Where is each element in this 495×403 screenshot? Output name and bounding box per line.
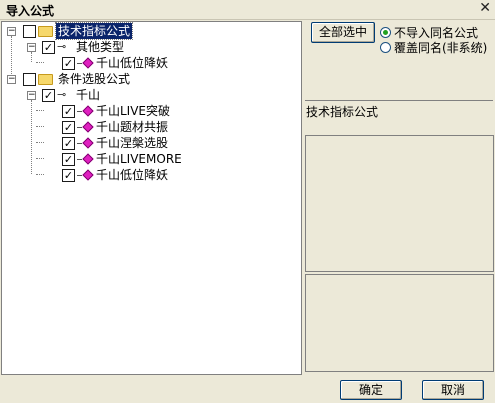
tree-node-label: 条件选股公式: [58, 72, 131, 86]
tree-line: [31, 100, 32, 174]
tree-node-label: 千山: [76, 88, 101, 102]
checkbox[interactable]: ✓: [42, 89, 55, 102]
formula-type-label: 技术指标公式: [306, 105, 379, 119]
tree-leaf-label: 千山涅槃选股: [96, 136, 169, 150]
tree-node-label: 技术指标公式: [54, 22, 134, 40]
tree-line: [36, 110, 44, 111]
tree-line: [36, 126, 44, 127]
formula-icon: [82, 153, 94, 165]
radio-overwrite-same-name[interactable]: [380, 42, 391, 53]
formula-icon: [82, 137, 94, 149]
tree-leaf-label: 千山低位降妖: [96, 168, 169, 182]
radio-label: 覆盖同名(非系统): [394, 41, 488, 55]
key-icon: ⊸: [57, 40, 67, 53]
connector: [77, 159, 82, 160]
connector: [77, 175, 82, 176]
checkbox[interactable]: ✓: [42, 41, 55, 54]
folder-icon: [38, 74, 53, 85]
window-title: 导入公式: [6, 4, 55, 18]
cancel-button[interactable]: 取消: [422, 380, 484, 400]
formula-icon: [82, 121, 94, 133]
details-panel: [305, 274, 494, 372]
folder-icon: [38, 26, 53, 37]
tree-line: [11, 36, 12, 78]
formula-icon: [82, 169, 94, 181]
checkbox[interactable]: ✓: [62, 57, 75, 70]
tree-line: [36, 62, 44, 63]
checkbox[interactable]: ✓: [62, 169, 75, 182]
collapse-icon[interactable]: −: [27, 43, 36, 52]
checkbox[interactable]: ✓: [62, 153, 75, 166]
tree-node-label: 其他类型: [76, 40, 125, 54]
connector: [77, 111, 82, 112]
formula-tree[interactable]: − 技术指标公式 − ✓ ⊸ 其他类型 ✓ 千山低位降妖 − 条件选股公式 − …: [1, 21, 302, 375]
connector: [77, 127, 82, 128]
checkbox[interactable]: ✓: [62, 105, 75, 118]
tree-line: [36, 158, 44, 159]
collapse-icon[interactable]: −: [7, 75, 16, 84]
key-icon: ⊸: [57, 88, 67, 101]
tree-leaf-label: 千山LIVEMORE: [96, 152, 182, 166]
connector: [77, 63, 82, 64]
tree-line: [36, 174, 44, 175]
divider: [305, 100, 493, 101]
formula-icon: [82, 105, 94, 117]
select-all-button[interactable]: 全部选中: [311, 22, 375, 43]
connector: [77, 143, 82, 144]
collapse-icon[interactable]: −: [27, 91, 36, 100]
title-bar: 导入公式 ✕: [0, 0, 495, 20]
description-panel: [305, 135, 494, 272]
checkbox[interactable]: [23, 73, 36, 86]
tree-leaf-label: 千山LIVE突破: [96, 104, 171, 118]
checkbox[interactable]: ✓: [62, 137, 75, 150]
close-icon[interactable]: ✕: [479, 0, 491, 16]
tree-leaf-label: 千山题材共振: [96, 120, 169, 134]
formula-icon: [82, 57, 94, 69]
tree-line: [36, 142, 44, 143]
checkbox[interactable]: [23, 25, 36, 38]
tree-line: [31, 52, 32, 62]
checkbox[interactable]: ✓: [62, 121, 75, 134]
tree-leaf-label: 千山低位降妖: [96, 56, 169, 70]
ok-button[interactable]: 确定: [340, 380, 402, 400]
collapse-icon[interactable]: −: [7, 27, 16, 36]
radio-no-import-same-name[interactable]: [380, 27, 391, 38]
